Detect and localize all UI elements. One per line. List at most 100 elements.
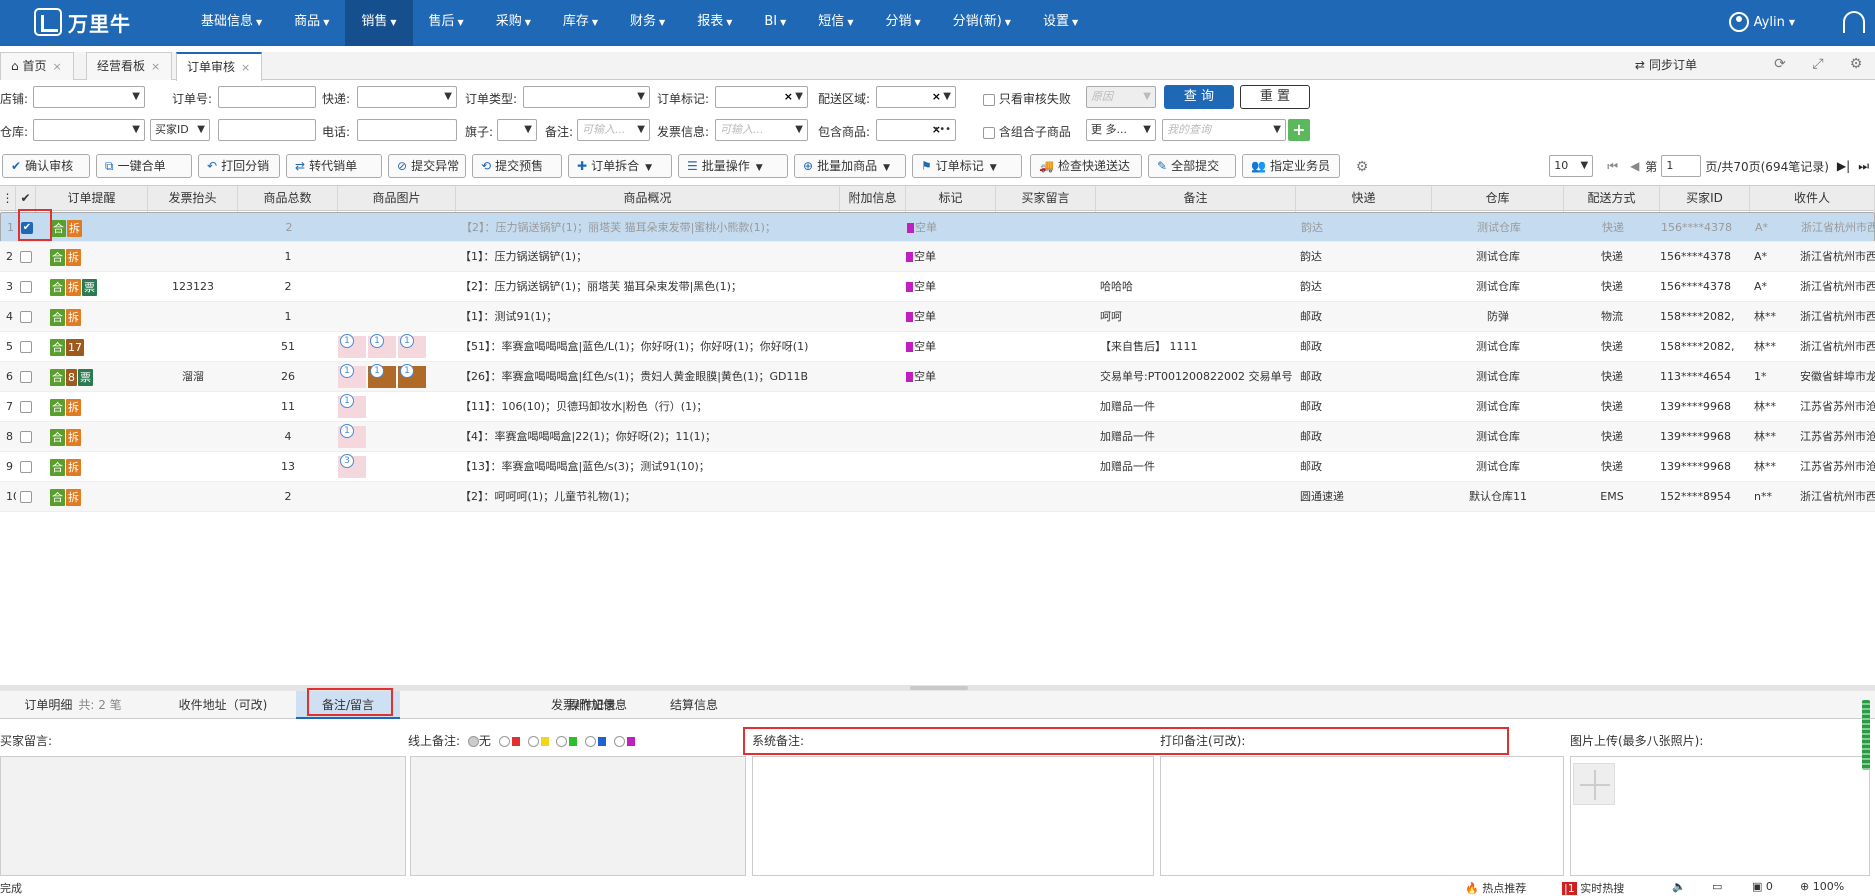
menu-item-6[interactable]: 财务 ▼ — [614, 0, 681, 46]
toolbar-button-11[interactable]: ✎ 全部提交 — [1148, 154, 1236, 178]
toolbar-button-6[interactable]: ✚ 订单拆合 ▼ — [568, 154, 672, 178]
menu-item-4[interactable]: 采购 ▼ — [480, 0, 547, 46]
row-checkbox[interactable] — [20, 251, 32, 263]
more-select[interactable]: 更 多... ▼ — [1086, 119, 1156, 141]
row-checkbox[interactable] — [20, 461, 32, 473]
radio-none[interactable] — [467, 736, 479, 747]
menu-item-8[interactable]: BI ▼ — [748, 0, 802, 46]
menu-item-7[interactable]: 报表 ▼ — [681, 0, 748, 46]
toolbar-button-5[interactable]: ⟲ 提交预售 — [472, 154, 562, 178]
order-mark-select[interactable]: × ▼ — [715, 86, 808, 108]
radio-blue[interactable] — [585, 736, 597, 747]
detail-tab-0[interactable]: 订单明细 共: 2 笔 — [8, 691, 138, 719]
detail-tab-5[interactable]: 结算信息 — [650, 691, 738, 719]
table-row[interactable]: 6 合 8 票 溜溜 26 1 1 1 【26】：率赛盒喝喝喝盒|红色/s(1)；贵妇人黄金眼膜|… — [0, 362, 1875, 392]
sys-remark-textarea[interactable] — [752, 756, 1154, 876]
table-row[interactable]: 1 ✔ 合拆 2 【2】：压力锅送锅铲(1)；丽塔芙 猫耳朵束发带|蜜桃小熊款(1)；空… — [0, 212, 1875, 242]
toolbar-button-1[interactable]: ⧉ 一键合单 — [96, 154, 192, 178]
combo-checkbox[interactable]: 含组合子商品 — [983, 123, 1071, 140]
row-checkbox[interactable] — [20, 401, 32, 413]
splitter-grip[interactable] — [910, 686, 968, 690]
toolbar-button-12[interactable]: 👥 指定业务员 — [1242, 154, 1340, 178]
logo[interactable]: 万里牛 — [34, 8, 131, 36]
close-icon[interactable]: × — [52, 60, 61, 73]
menu-item-10[interactable]: 分销 ▼ — [869, 0, 936, 46]
column-header[interactable]: 买家ID — [1660, 186, 1750, 212]
detail-tab-4[interactable]: 操作记录 — [548, 691, 636, 719]
radio-purple[interactable] — [614, 736, 626, 747]
column-header[interactable]: 订单提醒 — [36, 186, 148, 212]
row-checkbox[interactable] — [20, 491, 32, 503]
express-select[interactable]: ▼ — [357, 86, 457, 108]
menu-item-5[interactable]: 库存 ▼ — [547, 0, 614, 46]
contains-goods-select[interactable]: × ••• — [876, 119, 956, 141]
grid-menu-icon[interactable]: ⋮ — [0, 186, 16, 212]
menu-item-12[interactable]: 设置 ▼ — [1027, 0, 1094, 46]
page-size-select[interactable]: 10 ▼ — [1549, 155, 1594, 177]
table-row[interactable]: 5 合 17 51 1 1 1 【51】：率赛盒喝喝喝盒|蓝色/L(1)；你好呀(1)；你好呀… — [0, 332, 1875, 362]
menu-item-0[interactable]: 基础信息 ▼ — [185, 0, 278, 46]
toolbar-button-4[interactable]: ⊘ 提交异常 — [388, 154, 466, 178]
column-header[interactable]: 仓库 — [1432, 186, 1564, 212]
print-icon[interactable]: ▭ — [1712, 880, 1722, 893]
flag-select[interactable]: ▼ — [497, 119, 537, 141]
menu-item-1[interactable]: 商品 ▼ — [278, 0, 345, 46]
column-header[interactable]: 商品图片 — [338, 186, 456, 212]
fullscreen-icon[interactable]: ⤢ — [1810, 56, 1826, 72]
close-icon[interactable]: × — [151, 60, 160, 73]
settings-icon[interactable]: ⚙ — [1848, 56, 1864, 72]
table-row[interactable]: 7 合拆 11 1 【11】：106(10)；贝德玛卸妆水|粉色（行）(1)； 加赠品一件… — [0, 392, 1875, 422]
row-checkbox[interactable] — [20, 431, 32, 443]
only-fail-checkbox[interactable]: 只看审核失败 — [983, 90, 1071, 107]
add-query-button[interactable]: + — [1288, 119, 1310, 141]
tab-order-review[interactable]: 订单审核 × — [176, 52, 262, 81]
zoom-indicator[interactable]: ⊕ 100% — [1800, 880, 1844, 893]
column-header[interactable]: 收件人 — [1750, 186, 1875, 212]
fail-reason-select[interactable]: 原因 ▼ — [1086, 86, 1156, 108]
row-checkbox[interactable] — [20, 311, 32, 323]
sync-orders-button[interactable]: ⇄ 同步订单 — [1635, 56, 1697, 73]
column-header[interactable]: 配送方式 — [1564, 186, 1660, 212]
side-scrollbar[interactable] — [1862, 700, 1870, 770]
row-checkbox[interactable] — [20, 371, 32, 383]
delivery-area-select[interactable]: × ▼ — [876, 86, 956, 108]
my-query-select[interactable]: 我的查询 ▼ — [1162, 119, 1286, 141]
column-header[interactable]: 商品概况 — [456, 186, 840, 212]
invoice-input[interactable]: 可输入... ▼ — [715, 119, 808, 141]
column-header[interactable]: 快递 — [1296, 186, 1432, 212]
buyer-id-input[interactable] — [218, 119, 316, 141]
toolbar-button-7[interactable]: ☰ 批量操作 ▼ — [678, 154, 788, 178]
toolbar-button-9[interactable]: ⚑ 订单标记 ▼ — [912, 154, 1022, 178]
menu-item-3[interactable]: 售后 ▼ — [413, 0, 480, 46]
buyer-id-select[interactable]: 买家ID ▼ — [150, 119, 210, 141]
tab-home[interactable]: ⌂ 首页 × — [0, 52, 74, 80]
phone-input[interactable] — [357, 119, 457, 141]
table-row[interactable]: 8 合拆 4 1 【4】：率赛盒喝喝喝盒|22(1)；你好呀(2)；11(1)； 加赠品一… — [0, 422, 1875, 452]
radio-yellow[interactable] — [527, 736, 539, 747]
menu-item-9[interactable]: 短信 ▼ — [802, 0, 869, 46]
toolbar-button-10[interactable]: 🚚 检查快递送达 — [1030, 154, 1142, 178]
toolbar-button-0[interactable]: ✔ 确认审核 — [2, 154, 90, 178]
radio-red[interactable] — [498, 736, 510, 747]
column-header[interactable]: 买家留言 — [996, 186, 1096, 212]
print-remark-textarea[interactable] — [1160, 756, 1564, 876]
column-header[interactable]: 附加信息 — [840, 186, 906, 212]
product-thumbnail[interactable]: 1 — [368, 334, 396, 358]
table-row[interactable]: 4 合拆 1 【1】：测试91(1)； 空单 呵呵 邮政 防弹 物流 158****2082, 林*… — [0, 302, 1875, 332]
refresh-icon[interactable]: ⟳ — [1772, 56, 1788, 72]
detail-tab-1[interactable]: 收件地址（可改) — [160, 691, 286, 719]
menu-item-2[interactable]: 销售 ▼ — [345, 0, 413, 46]
close-icon[interactable]: × — [241, 61, 250, 74]
toolbar-button-2[interactable]: ↶ 打回分销 — [198, 154, 280, 178]
product-thumbnail[interactable]: 1 — [398, 334, 426, 358]
product-thumbnail[interactable]: 1 — [338, 334, 366, 358]
product-thumbnail[interactable]: 1 — [398, 364, 426, 388]
table-row[interactable]: 3 合拆票 123123 2 【2】：压力锅送锅铲(1)；丽塔芙 猫耳朵束发带|黑色(1… — [0, 272, 1875, 302]
column-header[interactable]: 标记 — [906, 186, 996, 212]
gear-icon[interactable]: ⚙ — [1354, 159, 1370, 175]
reset-button[interactable]: 重 置 — [1240, 85, 1310, 109]
product-thumbnail[interactable]: 1 — [338, 394, 366, 418]
product-thumbnail[interactable]: 1 — [338, 424, 366, 448]
user-menu[interactable]: Aylin ▼ — [1728, 12, 1795, 32]
toolbar-button-8[interactable]: ⊕ 批量加商品 ▼ — [794, 154, 906, 178]
